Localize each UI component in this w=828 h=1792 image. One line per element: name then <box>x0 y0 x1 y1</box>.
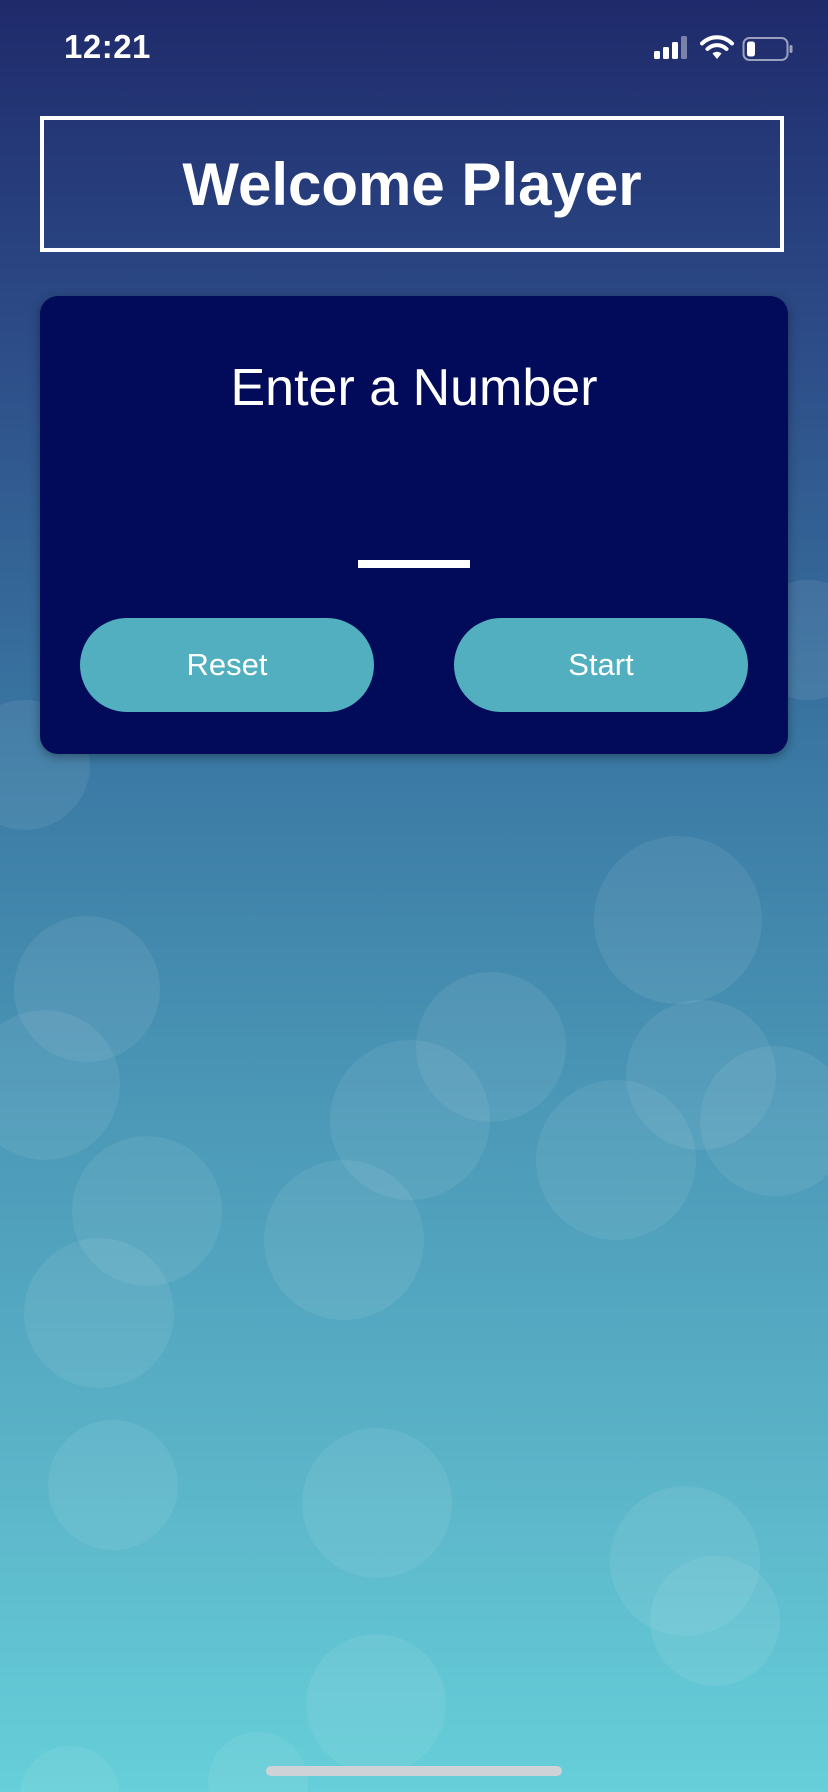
header: Welcome Player <box>40 116 784 252</box>
start-button[interactable]: Start <box>454 618 748 712</box>
battery-icon <box>742 37 793 61</box>
number-entry-card: Enter a Number Reset Start <box>40 296 788 754</box>
number-input[interactable] <box>358 496 470 568</box>
status-time: 12:21 <box>64 28 151 65</box>
card-title: Enter a Number <box>230 359 598 417</box>
wifi-icon <box>700 35 734 59</box>
background-bokeh <box>536 1080 696 1240</box>
background-bokeh <box>264 1160 424 1320</box>
background-bokeh <box>650 1556 780 1686</box>
home-indicator[interactable] <box>266 1766 562 1776</box>
background-bokeh <box>48 1420 178 1550</box>
reset-button[interactable]: Reset <box>80 618 374 712</box>
cellular-signal-icon <box>654 36 687 59</box>
background-bokeh <box>24 1238 174 1388</box>
background-bokeh <box>306 1634 446 1774</box>
background-bokeh <box>20 1746 120 1792</box>
background-bokeh <box>594 836 762 1004</box>
status-bar: 12:21 <box>0 0 828 100</box>
app-screen: 12:21 Welcome Player Enter a Number Rese… <box>0 0 828 1792</box>
background-bokeh <box>208 1732 308 1792</box>
header-title: Welcome Player <box>182 150 642 218</box>
background-bokeh <box>302 1428 452 1578</box>
